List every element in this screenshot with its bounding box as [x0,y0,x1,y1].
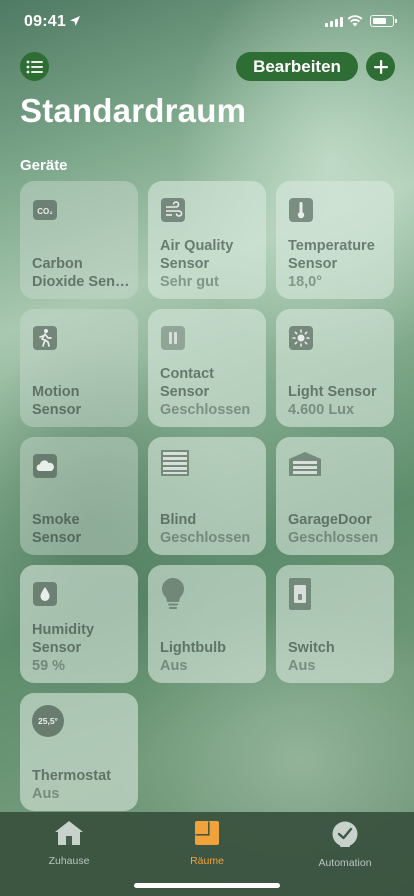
device-tile-lightbulb[interactable]: Lightbulb Aus [148,565,266,683]
device-tile-air-quality[interactable]: Air Quality Sensor Sehr gut [148,181,266,299]
wifi-icon [347,15,363,27]
tile-name: Dioxide Sen… [32,274,130,290]
tile-name: GarageDoor [288,512,372,528]
tile-name: Light Sensor [288,384,377,400]
tab-rooms[interactable]: Räume [157,820,257,867]
tile-status: Geschlossen [160,530,251,546]
device-tile-switch[interactable]: Switch Aus [276,565,394,683]
tile-name: Switch [288,640,335,656]
co2-icon: CO₂ [33,200,57,220]
list-icon [26,60,43,73]
device-tile-humidity[interactable]: Humidity Sensor 59 % [20,565,138,683]
edit-button[interactable]: Bearbeiten [236,52,358,81]
device-tile-garage-door[interactable]: GarageDoor Geschlossen [276,437,394,555]
tile-status: Aus [32,786,60,802]
blind-icon [161,450,189,476]
tab-automation[interactable]: Automation [295,820,395,869]
tile-name: Blind [160,512,197,528]
device-grid: CO₂ Carbon Dioxide Sen… Air Quality Sens… [20,181,394,811]
status-time: 09:41 [24,13,66,30]
smoke-icon [33,454,57,478]
location-arrow-icon [70,16,80,26]
device-tile-motion[interactable]: Motion Sensor [20,309,138,427]
svg-text:CO₂: CO₂ [37,207,53,216]
section-label: Geräte [20,157,68,174]
tab-home[interactable]: Zuhause [19,820,119,867]
home-icon [55,821,83,845]
tile-name: Air Quality [160,238,234,254]
air-quality-icon [161,198,185,222]
device-tile-contact[interactable]: Contact Sensor Geschlossen [148,309,266,427]
tile-status: 4.600 Lux [288,402,355,418]
tile-status: Aus [288,658,316,674]
tile-status: Geschlossen [160,402,251,418]
lightbulb-icon [161,578,185,609]
tile-status: Geschlossen [288,530,379,546]
tile-name: Temperature [288,238,375,254]
tile-name: Sensor [32,640,82,656]
thermostat-icon: 25,5° [32,705,64,737]
tile-name: Sensor [32,402,82,418]
thermostat-badge: 25,5° [38,716,58,726]
battery-icon [370,15,397,27]
device-tile-thermostat[interactable]: 25,5° Thermostat Aus [20,693,138,811]
rooms-icon [195,821,219,845]
tile-status: 59 % [32,658,66,674]
tile-name: Lightbulb [160,640,227,656]
cellular-signal-icon [325,17,343,27]
tab-label: Räume [190,855,224,867]
device-tile-blind[interactable]: Blind Geschlossen [148,437,266,555]
tile-status: 18,0° [288,274,323,290]
switch-icon [289,578,311,610]
device-tile-temperature[interactable]: Temperature Sensor 18,0° [276,181,394,299]
menu-button[interactable] [20,52,49,81]
home-indicator[interactable] [134,883,280,888]
tile-name: Contact [160,366,214,382]
garage-door-icon [289,452,321,476]
add-button[interactable] [366,52,395,81]
automation-icon [332,821,358,847]
tile-name: Sensor [288,256,338,272]
thermometer-icon [289,198,313,222]
tile-name: Sensor [32,530,82,546]
tab-label: Zuhause [48,855,90,867]
status-bar: 09:41 [0,0,414,46]
motion-icon [33,326,57,350]
tile-name: Sensor [160,256,210,272]
page-title: Standardraum [20,92,247,129]
light-sensor-icon [289,326,313,350]
tile-name: Thermostat [32,768,111,784]
tile-name: Motion [32,384,80,400]
tile-status: Sehr gut [160,274,219,290]
tile-status: Aus [160,658,188,674]
tile-name: Sensor [160,384,210,400]
contact-icon [161,326,185,350]
device-tile-light-sensor[interactable]: Light Sensor 4.600 Lux [276,309,394,427]
tile-name: Humidity [32,622,95,638]
tab-label: Automation [318,857,372,869]
tile-name: Smoke [32,512,80,528]
tile-name: Carbon [32,256,83,272]
humidity-icon [33,582,57,606]
device-tile-carbon-dioxide[interactable]: CO₂ Carbon Dioxide Sen… [20,181,138,299]
device-tile-smoke[interactable]: Smoke Sensor [20,437,138,555]
plus-icon [373,59,388,74]
